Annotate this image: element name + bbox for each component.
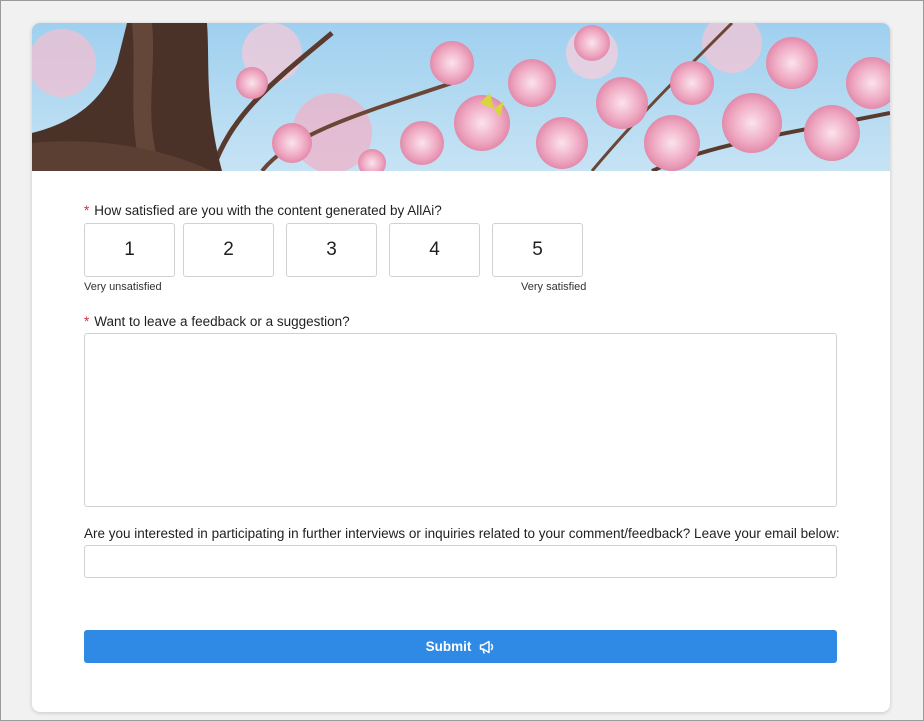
rating-option-4[interactable]: 4 — [389, 223, 480, 277]
submit-label: Submit — [425, 639, 472, 654]
rating-option-5[interactable]: 5 — [492, 223, 583, 277]
megaphone-icon — [479, 640, 495, 654]
email-question-label: Are you interested in participating in f… — [84, 526, 840, 541]
survey-card: * How satisfied are you with the content … — [32, 23, 890, 712]
feedback-question-label: * Want to leave a feedback or a suggestio… — [84, 314, 350, 329]
rating-option-2[interactable]: 2 — [183, 223, 274, 277]
rating-low-label: Very unsatisfied — [84, 281, 162, 293]
feedback-textarea[interactable] — [84, 333, 837, 507]
banner-image — [32, 23, 890, 171]
rating-option-3[interactable]: 3 — [286, 223, 377, 277]
cherry-blossom-banner — [32, 23, 890, 171]
rating-option-1[interactable]: 1 — [84, 223, 175, 277]
feedback-question-text: Want to leave a feedback or a suggestion… — [94, 314, 350, 329]
rating-question-text: How satisfied are you with the content g… — [94, 203, 442, 218]
required-mark: * — [84, 203, 90, 218]
required-mark: * — [84, 314, 90, 329]
submit-button[interactable]: Submit — [84, 630, 837, 663]
rating-question-label: * How satisfied are you with the content … — [84, 203, 442, 218]
email-input[interactable] — [84, 545, 837, 578]
window-frame: * How satisfied are you with the content … — [0, 0, 924, 721]
rating-high-label: Very satisfied — [521, 281, 587, 293]
